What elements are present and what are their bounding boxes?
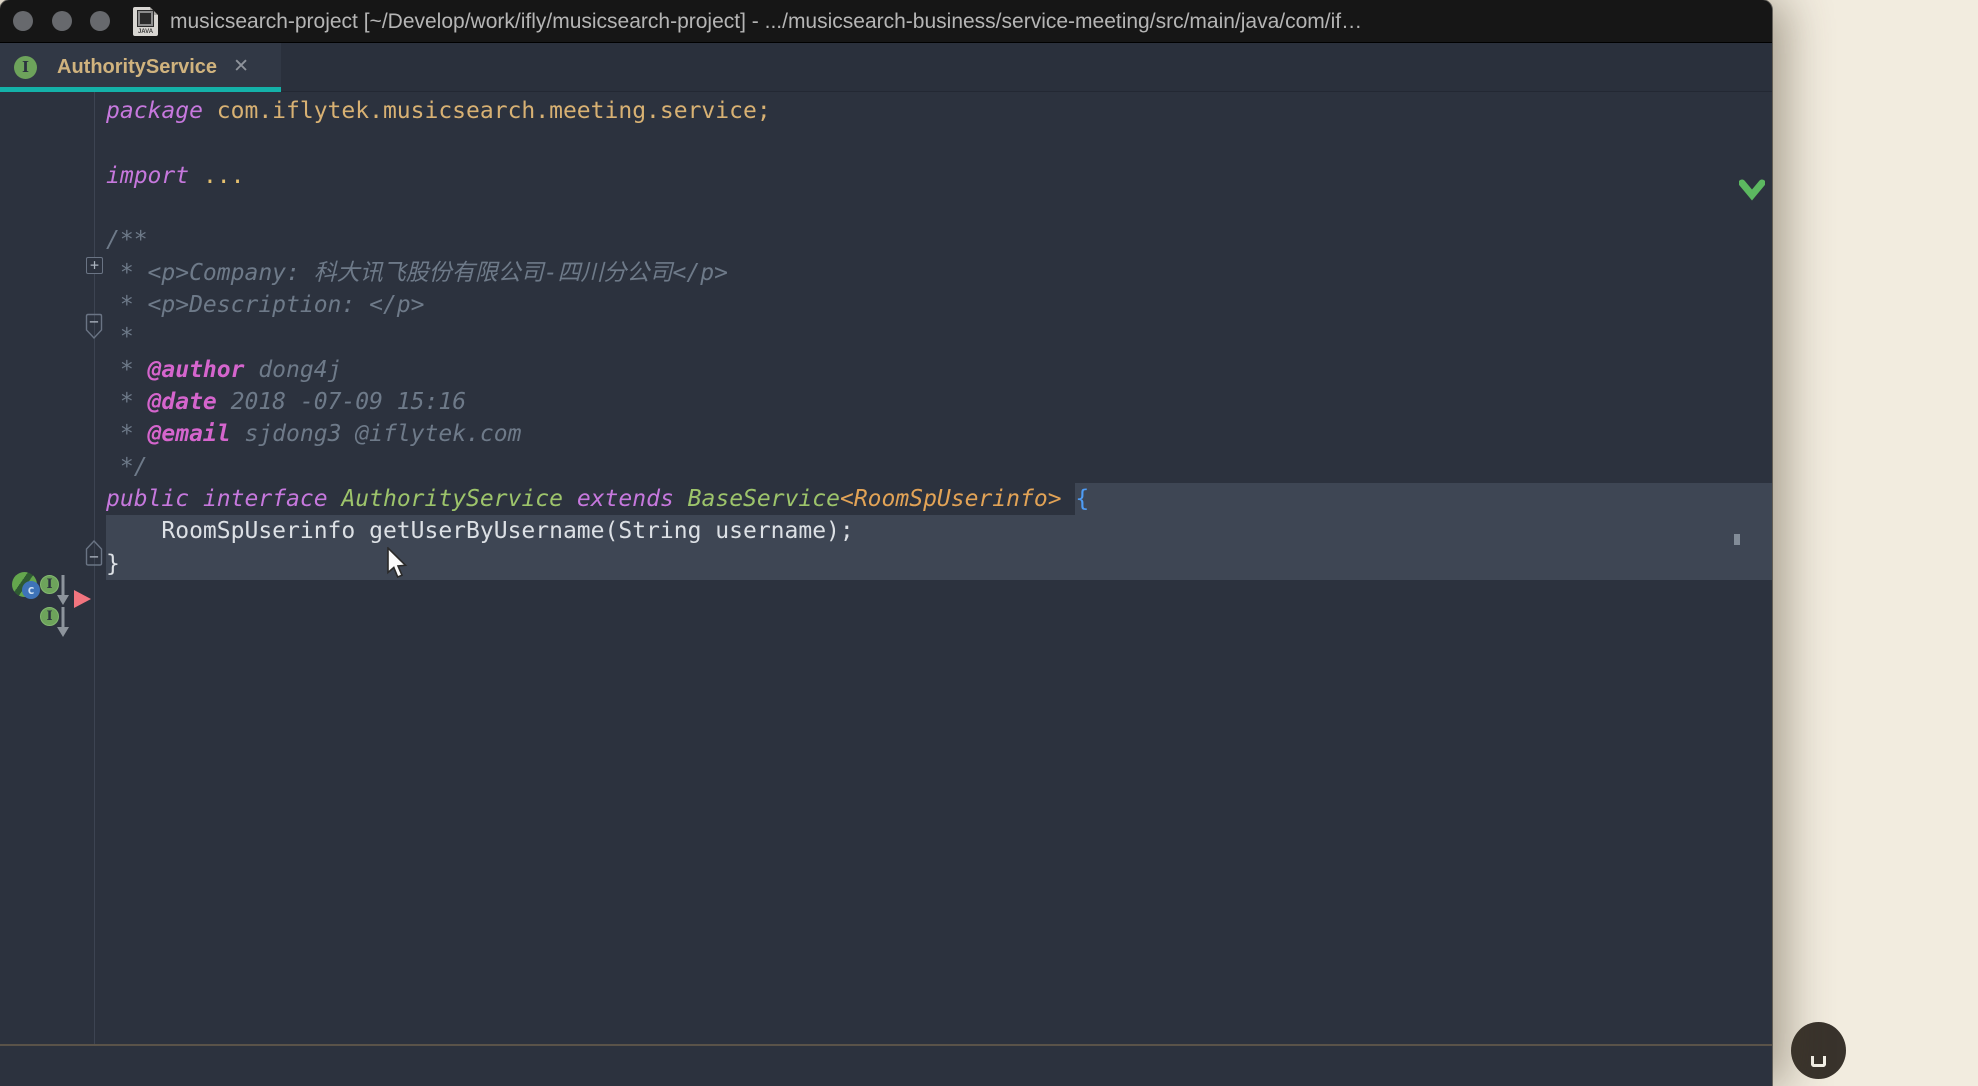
code-line[interactable]: } [106,548,1772,580]
code-token: */ [106,451,148,483]
down-arrow-icon [57,574,69,606]
code-line[interactable]: */ [106,451,1772,483]
code-token: * <p>Description: </p> [106,289,425,321]
code-token: /** [106,224,148,256]
interface-icon: I [14,56,37,79]
dock-notification-bubble[interactable] [1791,1022,1846,1079]
run-marker-arrow-icon[interactable] [74,590,91,608]
code-token: BaseService [688,483,840,515]
code-line[interactable]: * [106,321,1772,353]
tab-label: AuthorityService [57,56,217,79]
code-token [328,483,342,515]
code-token: interface [203,483,328,515]
window-title: musicsearch-project [~/Develop/work/ifly… [170,0,1362,43]
down-arrow-icon [57,606,69,638]
code-line[interactable] [106,192,1772,224]
inspection-status-icon[interactable] [1739,178,1765,207]
code-token: * [106,321,134,353]
code-line[interactable]: package com.iflytek.musicsearch.meeting.… [106,95,1772,127]
code-token: AuthorityService [341,483,563,515]
selection-tail: { [1075,483,1772,515]
titlebar[interactable]: JAVA musicsearch-project [~/Develop/work… [0,0,1772,43]
code-token: 2018 -07-09 15:16 [217,386,466,418]
code-line[interactable]: public interface AuthorityService extend… [106,483,1772,515]
ide-window: JAVA musicsearch-project [~/Develop/work… [0,0,1772,1086]
code-token: { [1075,486,1089,512]
implemented-marker-icon[interactable]: I [40,606,68,638]
code-line[interactable]: * <p>Description: </p> [106,289,1772,321]
code-lines: package com.iflytek.musicsearch.meeting.… [95,92,1772,580]
code-token: RoomSpUserinfo getUserByUsername(String … [106,515,854,547]
fold-expand-icon[interactable]: + [86,257,103,274]
class-badge-icon: c [22,581,40,599]
code-token: extends [577,483,674,515]
code-token: @date [148,386,217,418]
code-line[interactable]: RoomSpUserinfo getUserByUsername(String … [106,515,1772,547]
status-bar-stub [0,1046,1772,1086]
code-token [1062,483,1076,515]
code-token [674,483,688,515]
code-token [189,483,203,515]
code-token: package [106,95,217,127]
code-token: } [106,548,120,580]
code-token: dong4j [244,354,341,386]
code-token: @author [148,354,245,386]
tab-close-icon[interactable]: ✕ [233,57,249,77]
code-line[interactable]: * @date 2018 -07-09 15:16 [106,386,1772,418]
code-token [563,483,577,515]
dock-bubble-glyph [1811,1056,1826,1067]
file-icon-label: JAVA [133,29,158,35]
code-token: public [106,483,189,515]
code-token: * [106,386,148,418]
code-token: ... [203,160,245,192]
code-token: com.iflytek.musicsearch.meeting.service; [217,95,771,127]
code-line[interactable]: /** [106,224,1772,256]
minimize-button[interactable] [52,11,72,31]
mouse-cursor [386,547,410,581]
code-line[interactable]: import ... [106,160,1772,192]
code-token: @email [148,418,231,450]
editor-tab-bar: I AuthorityService ✕ [0,43,1772,92]
code-token [189,160,203,192]
implemented-marker-icon[interactable]: I [40,574,68,606]
code-token: * [106,354,148,386]
code-editor: package com.iflytek.musicsearch.meeting.… [0,92,1772,1044]
java-file-icon[interactable]: JAVA [133,7,158,36]
code-token: sjdong3 @iflytek.com [231,418,522,450]
tab-authorityservice[interactable]: I AuthorityService ✕ [0,43,281,91]
code-line[interactable] [106,127,1772,159]
code-line[interactable]: * <p>Company: 科大讯飞股份有限公司-四川分公司</p> [106,257,1772,289]
selection-caret-mark [1734,534,1740,545]
file-icon-square [138,11,153,26]
fold-collapse-start-icon[interactable]: − [84,313,104,341]
code-line[interactable]: * @author dong4j [106,354,1772,386]
close-button[interactable] [13,11,33,31]
code-token: * <p>Company: 科大讯飞股份有限公司-四川分公司</p> [106,257,728,289]
code-token: * [106,418,148,450]
code-token: <RoomSpUserinfo> [840,483,1062,515]
code-token: import [106,160,189,192]
fold-collapse-end-icon[interactable]: − [84,539,104,567]
zoom-button[interactable] [90,11,110,31]
code-line[interactable]: * @email sjdong3 @iflytek.com [106,418,1772,450]
